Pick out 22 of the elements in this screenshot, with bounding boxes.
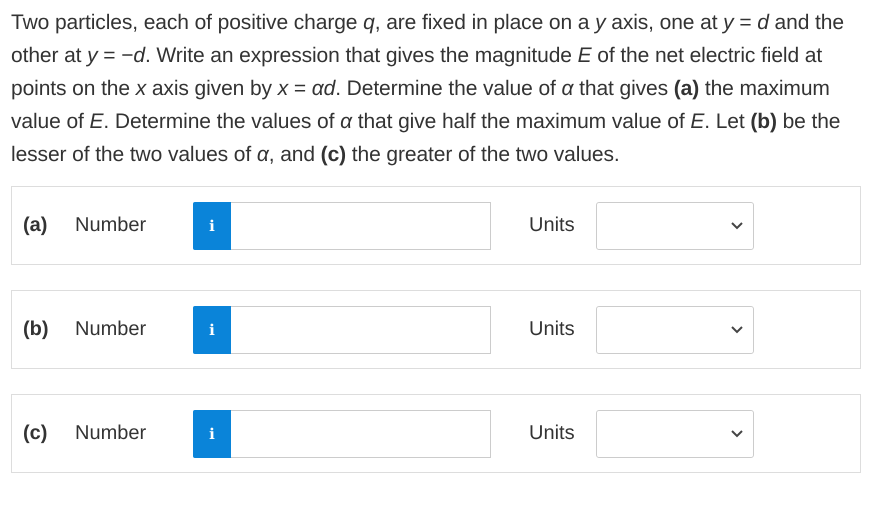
question-text: Two particles, each of positive charge q, are fixed in place on a y axis, one at y = d and the other at y = −d. Write an expression that gives the magnitude E of the net electric field at points on the x axis given by x = αd. Determine the value of α that gives (a) the maximum value of E. Determine the values of α that give half the maximum value of E. Let (b) be the lesser of the two values of α, and (c) the greater of the two values.	[10, 10, 845, 168]
info-button[interactable]: i	[193, 306, 231, 354]
number-field[interactable]	[231, 202, 491, 250]
number-field[interactable]	[231, 410, 491, 458]
units-label: Units	[529, 214, 576, 237]
info-button[interactable]: i	[193, 202, 231, 250]
number-label: Number	[75, 422, 148, 445]
chevron-down-icon	[731, 430, 743, 438]
part-label: (a)	[23, 214, 48, 237]
units-dropdown[interactable]	[596, 202, 754, 250]
part-label: (c)	[23, 422, 48, 445]
info-button[interactable]: i	[193, 410, 231, 458]
units-label: Units	[529, 318, 576, 341]
number-label: Number	[75, 318, 148, 341]
chevron-down-icon	[731, 222, 743, 230]
units-dropdown[interactable]	[596, 306, 754, 354]
chevron-down-icon	[731, 326, 743, 334]
number-field[interactable]	[231, 306, 491, 354]
units-label: Units	[529, 422, 576, 445]
part-label: (b)	[23, 318, 50, 341]
number-label: Number	[75, 214, 148, 237]
units-dropdown[interactable]	[596, 410, 754, 458]
